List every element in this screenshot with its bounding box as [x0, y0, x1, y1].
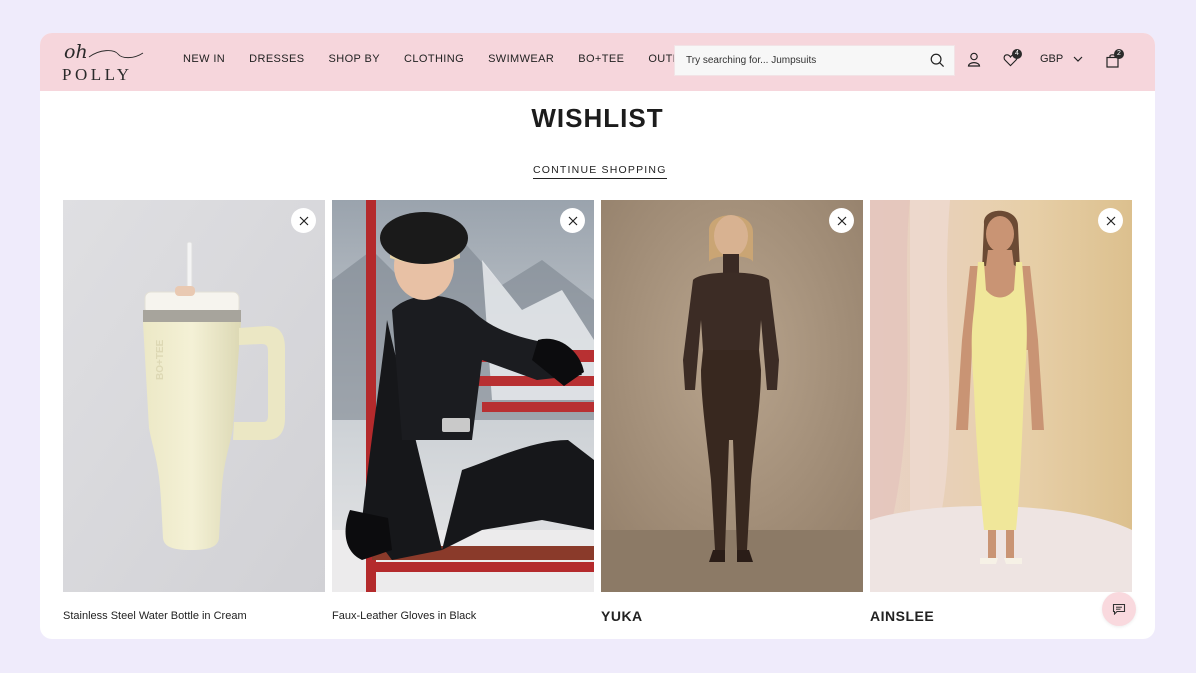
- product-name[interactable]: YUKA: [601, 608, 643, 624]
- brand-logo[interactable]: oh POLLY: [62, 39, 144, 85]
- logo-script: oh: [64, 41, 88, 63]
- site-header: oh POLLY NEW IN DRESSES SHOP BY CLOTHING…: [40, 33, 1155, 91]
- main-nav: NEW IN DRESSES SHOP BY CLOTHING SWIMWEAR…: [183, 53, 718, 65]
- product-name[interactable]: Stainless Steel Water Bottle in Cream: [63, 610, 247, 622]
- model-ski-outfit-image: [332, 200, 594, 592]
- close-icon: [299, 216, 308, 225]
- wishlist-button[interactable]: 4: [1003, 49, 1022, 69]
- product-name[interactable]: Faux-Leather Gloves in Black: [332, 610, 476, 622]
- bottle-brand-text: BO+TEE: [155, 339, 166, 380]
- model-brown-set-image: [601, 200, 863, 592]
- product-card: AINSLEE: [870, 200, 1132, 624]
- product-name[interactable]: AINSLEE: [870, 608, 934, 624]
- product-image[interactable]: BO+TEE: [63, 200, 325, 592]
- product-card: BO+TEE Stainless Steel Water Bottle in C…: [63, 200, 325, 622]
- search-input[interactable]: [675, 46, 925, 75]
- remove-item-button[interactable]: [291, 208, 316, 233]
- close-icon: [568, 216, 577, 225]
- close-icon: [1106, 216, 1115, 225]
- continue-shopping-link[interactable]: CONTINUE SHOPPING: [533, 164, 667, 179]
- chevron-down-icon: [1073, 56, 1083, 62]
- close-icon: [837, 216, 846, 225]
- remove-item-button[interactable]: [1098, 208, 1123, 233]
- remove-item-button[interactable]: [560, 208, 585, 233]
- wishlist-count-badge: 4: [1012, 49, 1022, 59]
- bag-button[interactable]: 2: [1106, 49, 1124, 69]
- search-icon[interactable]: [930, 53, 945, 68]
- nav-swimwear[interactable]: SWIMWEAR: [488, 53, 554, 65]
- chat-icon: [1112, 603, 1126, 615]
- page-title: WISHLIST: [531, 103, 664, 133]
- nav-dresses[interactable]: DRESSES: [249, 53, 304, 65]
- product-image[interactable]: [870, 200, 1132, 592]
- remove-item-button[interactable]: [829, 208, 854, 233]
- nav-shop-by[interactable]: SHOP BY: [329, 53, 381, 65]
- product-image[interactable]: [332, 200, 594, 592]
- bag-count-badge: 2: [1114, 49, 1124, 59]
- nav-clothing[interactable]: CLOTHING: [404, 53, 464, 65]
- product-image[interactable]: [601, 200, 863, 592]
- logo-wordmark: POLLY: [62, 65, 133, 84]
- logo-swash: [88, 50, 144, 59]
- model-yellow-dress-image: [870, 200, 1132, 592]
- chat-button[interactable]: [1102, 592, 1136, 626]
- user-icon[interactable]: [967, 52, 981, 67]
- currency-selector[interactable]: GBP: [1040, 53, 1083, 65]
- product-card: Faux-Leather Gloves in Black: [332, 200, 594, 622]
- nav-new-in[interactable]: NEW IN: [183, 53, 225, 65]
- product-card: YUKA: [601, 200, 863, 624]
- nav-bo-tee[interactable]: BO+TEE: [578, 53, 624, 65]
- water-bottle-image: BO+TEE: [63, 200, 325, 592]
- search-bar: [674, 45, 955, 76]
- currency-label: GBP: [1040, 53, 1064, 65]
- page-frame: oh POLLY NEW IN DRESSES SHOP BY CLOTHING…: [40, 33, 1155, 639]
